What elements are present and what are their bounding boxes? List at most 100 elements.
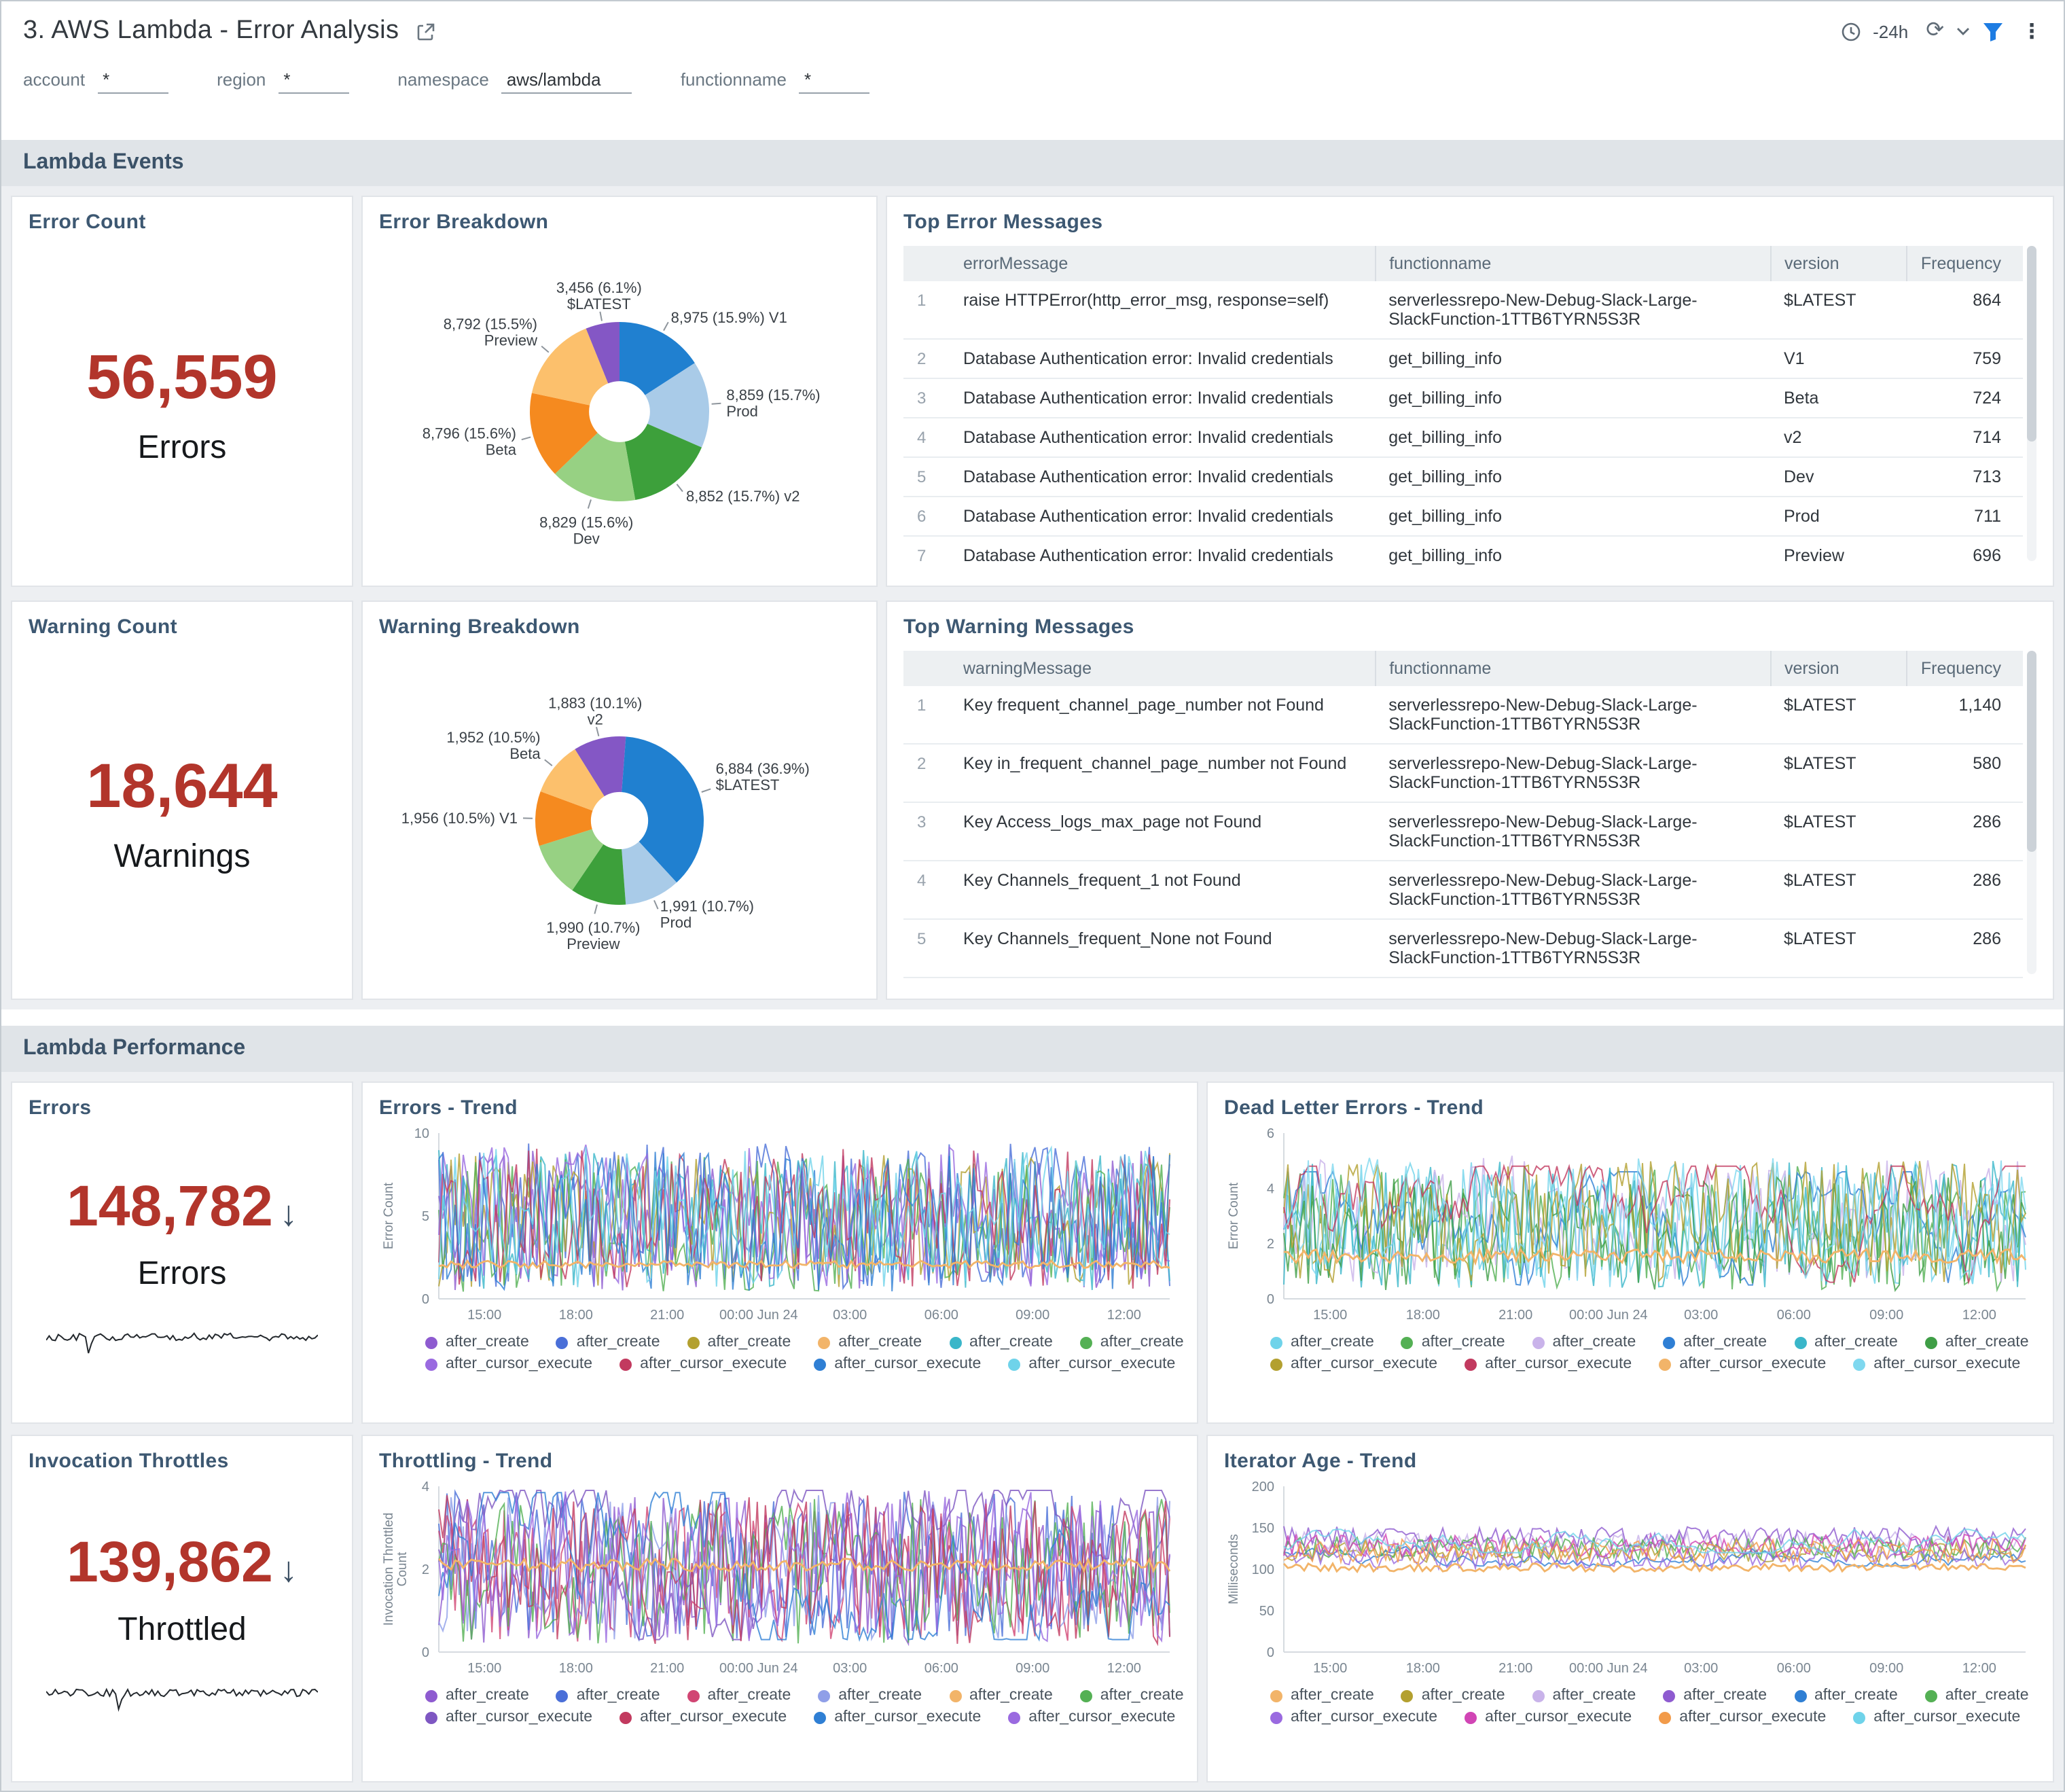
filter-value-functionname[interactable]: * — [799, 69, 869, 94]
legend-item-after_cursor_execute[interactable]: after_cursor_execute — [1853, 1709, 2020, 1725]
legend-item-after_create[interactable]: after_create — [687, 1687, 791, 1704]
column-header-Frequency[interactable]: Frequency — [1906, 246, 2023, 281]
legend-item-after_create[interactable]: after_create — [818, 1334, 922, 1350]
table-cell: Key Channels_frequent_1 not Found — [950, 861, 1375, 919]
table-cell: Key Access_logs_max_page not Found — [950, 802, 1375, 861]
invocation-throttles-label: Throttled — [118, 1611, 246, 1649]
legend-item-after_create[interactable]: after_create — [1794, 1334, 1898, 1350]
panel-title: Errors — [29, 1096, 336, 1119]
table-scrollbar[interactable] — [2027, 651, 2036, 974]
donut-label: 1,883 (10.1%)v2 — [548, 694, 642, 728]
filter-value-account[interactable]: * — [97, 69, 168, 94]
table-row[interactable]: 3Database Authentication error: Invalid … — [903, 378, 2023, 418]
donut-label: 1,991 (10.7%)Prod — [660, 898, 754, 931]
svg-text:21:00: 21:00 — [650, 1661, 684, 1676]
column-header-functionname[interactable]: functionname — [1375, 246, 1770, 281]
panel-throttling-trend: Throttling - Trend 024Invocation Throttl… — [363, 1436, 1197, 1781]
svg-text:21:00: 21:00 — [1498, 1308, 1532, 1323]
svg-text:03:00: 03:00 — [833, 1308, 867, 1323]
time-range-label[interactable]: -24h — [1873, 21, 1908, 41]
legend-item-after_create[interactable]: after_create — [949, 1334, 1053, 1350]
column-header-errorMessage[interactable]: errorMessage — [950, 246, 1375, 281]
legend-item-after_create[interactable]: after_create — [1925, 1687, 2029, 1704]
chevron-down-icon[interactable] — [1956, 27, 1970, 35]
table-cell: Key frequent_channel_page_number not Fou… — [950, 686, 1375, 744]
table-row[interactable]: 2Database Authentication error: Invalid … — [903, 339, 2023, 378]
filter-icon[interactable] — [1982, 21, 2004, 41]
table-row[interactable]: 7Database Authentication error: Invalid … — [903, 536, 2023, 567]
legend-item-after_create[interactable]: after_create — [556, 1687, 660, 1704]
legend-item-after_create[interactable]: after_create — [1532, 1687, 1636, 1704]
legend-item-after_cursor_execute[interactable]: after_cursor_execute — [814, 1709, 981, 1725]
legend-item-after_cursor_execute[interactable]: after_cursor_execute — [1270, 1709, 1437, 1725]
legend-item-after_create[interactable]: after_create — [1080, 1687, 1184, 1704]
legend-item-after_cursor_execute[interactable]: after_cursor_execute — [1270, 1356, 1437, 1372]
table-row[interactable]: 4Key Channels_frequent_1 not Foundserver… — [903, 861, 2023, 919]
table-cell: $LATEST — [1770, 686, 1906, 744]
table-row[interactable]: 2Key in_frequent_channel_page_number not… — [903, 744, 2023, 802]
table-cell: 6 — [903, 497, 950, 536]
legend-item-after_cursor_execute[interactable]: after_cursor_execute — [814, 1356, 981, 1372]
table-row[interactable]: 1Key frequent_channel_page_number not Fo… — [903, 686, 2023, 744]
legend-item-after_create[interactable]: after_create — [425, 1334, 529, 1350]
panel-top-warning-messages: Top Warning Messages warningMessagefunct… — [887, 602, 2053, 999]
column-header-Frequency[interactable]: Frequency — [1906, 651, 2023, 686]
table-row[interactable]: 4Database Authentication error: Invalid … — [903, 418, 2023, 457]
legend-item-after_create[interactable]: after_create — [687, 1334, 791, 1350]
legend-item-after_cursor_execute[interactable]: after_cursor_execute — [1008, 1709, 1175, 1725]
column-header-version[interactable]: version — [1770, 651, 1906, 686]
legend-item-after_cursor_execute[interactable]: after_cursor_execute — [1008, 1356, 1175, 1372]
table-row[interactable]: 5Database Authentication error: Invalid … — [903, 457, 2023, 497]
legend-item-after_cursor_execute[interactable]: after_cursor_execute — [1465, 1356, 1632, 1372]
table-row[interactable]: 6Database Authentication error: Invalid … — [903, 497, 2023, 536]
legend-item-after_create[interactable]: after_create — [1663, 1687, 1767, 1704]
legend-item-after_cursor_execute[interactable]: after_cursor_execute — [425, 1356, 592, 1372]
legend-item-after_create[interactable]: after_create — [1663, 1334, 1767, 1350]
legend-dot — [1794, 1689, 1806, 1702]
legend-item-after_create[interactable]: after_create — [1270, 1334, 1374, 1350]
refresh-icon[interactable]: ⟳ — [1926, 20, 1944, 42]
legend-item-after_cursor_execute[interactable]: after_cursor_execute — [1853, 1356, 2020, 1372]
clock-icon[interactable] — [1840, 21, 1861, 41]
legend-label: after_create — [1100, 1687, 1184, 1704]
filter-label-functionname: functionname — [681, 69, 787, 90]
table-scrollbar[interactable] — [2027, 246, 2036, 561]
legend-item-after_cursor_execute[interactable]: after_cursor_execute — [620, 1709, 787, 1725]
legend-item-after_create[interactable]: after_create — [1925, 1334, 2029, 1350]
table-row[interactable]: 5Key Channels_frequent_None not Foundser… — [903, 919, 2023, 978]
donut-label: 6,884 (36.9%)$LATEST — [716, 760, 810, 793]
legend-item-after_create[interactable]: after_create — [1401, 1334, 1505, 1350]
legend-item-after_create[interactable]: after_create — [818, 1687, 922, 1704]
table-row[interactable]: 1raise HTTPError(http_error_msg, respons… — [903, 281, 2023, 339]
warning-count-label: Warnings — [114, 838, 251, 876]
legend-item-after_cursor_execute[interactable]: after_cursor_execute — [620, 1356, 787, 1372]
filter-value-region[interactable]: * — [278, 69, 348, 94]
legend-item-after_cursor_execute[interactable]: after_cursor_execute — [1659, 1356, 1826, 1372]
table-row[interactable]: 3Key Access_logs_max_page not Foundserve… — [903, 802, 2023, 861]
column-header-warningMessage[interactable]: warningMessage — [950, 651, 1375, 686]
legend-item-after_create[interactable]: after_create — [425, 1687, 529, 1704]
scrollbar-thumb[interactable] — [2027, 651, 2036, 851]
table-cell: get_billing_info — [1375, 418, 1770, 457]
filter-value-namespace[interactable]: aws/lambda — [501, 69, 632, 94]
legend-item-after_create[interactable]: after_create — [1401, 1687, 1505, 1704]
kebab-menu-icon[interactable]: ⋮ — [2022, 19, 2042, 43]
donut-label: 1,956 (10.5%) V1 — [401, 810, 518, 827]
legend-item-after_cursor_execute[interactable]: after_cursor_execute — [1659, 1709, 1826, 1725]
legend-item-after_create[interactable]: after_create — [949, 1687, 1053, 1704]
legend-label: after_create — [577, 1687, 660, 1704]
table-cell: serverlessrepo-New-Debug-Slack-Large-Sla… — [1375, 861, 1770, 919]
legend-label: after_cursor_execute — [1873, 1356, 2020, 1372]
legend-item-after_create[interactable]: after_create — [556, 1334, 660, 1350]
share-icon[interactable] — [415, 21, 435, 41]
column-header-version[interactable]: version — [1770, 246, 1906, 281]
column-header-functionname[interactable]: functionname — [1375, 651, 1770, 686]
legend-item-after_cursor_execute[interactable]: after_cursor_execute — [425, 1709, 592, 1725]
legend-item-after_create[interactable]: after_create — [1532, 1334, 1636, 1350]
scrollbar-thumb[interactable] — [2027, 246, 2036, 442]
legend-item-after_create[interactable]: after_create — [1080, 1334, 1184, 1350]
legend-item-after_create[interactable]: after_create — [1794, 1687, 1898, 1704]
legend-label: after_cursor_execute — [1291, 1356, 1437, 1372]
legend-item-after_cursor_execute[interactable]: after_cursor_execute — [1465, 1709, 1632, 1725]
legend-item-after_create[interactable]: after_create — [1270, 1687, 1374, 1704]
